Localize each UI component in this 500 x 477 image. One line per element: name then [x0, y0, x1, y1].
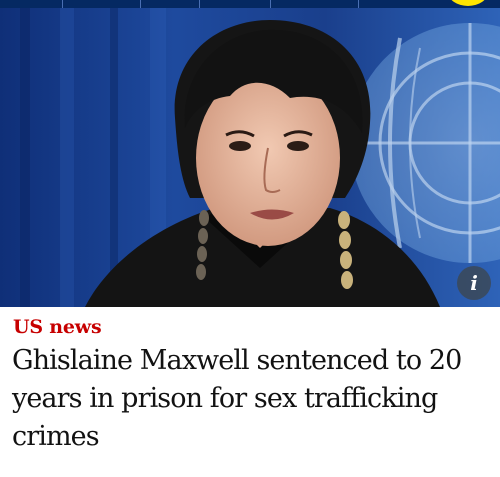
support-badge[interactable] — [448, 0, 488, 6]
section-kicker[interactable]: US news — [13, 316, 102, 338]
article-headline[interactable]: Ghislaine Maxwell sentenced to 20 years … — [12, 342, 496, 456]
article-photo[interactable] — [0, 8, 500, 307]
image-info-button[interactable]: i — [457, 266, 491, 300]
info-icon: i — [470, 271, 478, 295]
top-nav-strip — [0, 0, 500, 8]
article-card[interactable]: i US news Ghislaine Maxwell sentenced to… — [0, 0, 500, 477]
